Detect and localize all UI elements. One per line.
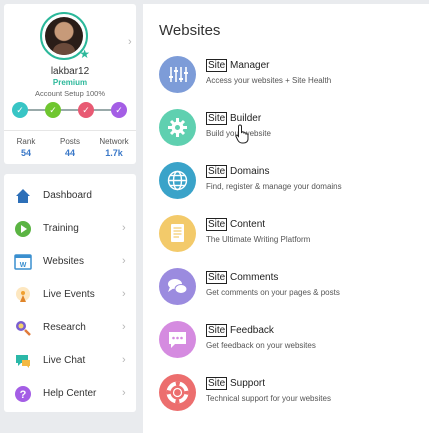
- item-description: Get feedback on your websites: [206, 341, 316, 350]
- panel-title: Websites: [159, 22, 221, 39]
- setup-step-check-icon: ✓: [45, 102, 61, 118]
- home-icon: [14, 187, 32, 205]
- stat-label: Network: [99, 137, 129, 146]
- item-description: Get comments on your pages & posts: [206, 288, 340, 297]
- stat-posts[interactable]: Posts 44: [48, 137, 92, 158]
- nav-label: Websites: [43, 256, 84, 267]
- item-title: Site Feedback: [206, 324, 274, 337]
- document-icon: [159, 215, 196, 252]
- gear-icon: [159, 109, 196, 146]
- item-description: The Ultimate Writing Platform: [206, 235, 311, 244]
- help-icon: ?: [14, 385, 32, 403]
- item-title: Site Content: [206, 218, 266, 231]
- profile-stats: Rank 54 Posts 44 Network 1.7k: [4, 130, 136, 160]
- site-feedback-link[interactable]: Site Feedback Get feedback on your websi…: [143, 317, 429, 367]
- nav-item-research[interactable]: Research ›: [4, 312, 136, 345]
- play-icon: [14, 220, 32, 238]
- item-description: Technical support for your websites: [206, 394, 331, 403]
- nav-item-live-chat[interactable]: Live Chat ›: [4, 345, 136, 378]
- nav-item-training[interactable]: Training ›: [4, 213, 136, 246]
- item-title: Site Manager: [206, 59, 270, 72]
- item-title: Site Builder: [206, 112, 262, 125]
- nav-item-live-events[interactable]: Live Events ›: [4, 279, 136, 312]
- item-description: Find, register & manage your domains: [206, 182, 342, 191]
- avatar-photo: [45, 17, 83, 55]
- stat-value: 1.7k: [105, 148, 123, 158]
- sliders-icon: [159, 56, 196, 93]
- username[interactable]: lakbar12: [4, 66, 136, 77]
- setup-step-check-icon: ✓: [12, 102, 28, 118]
- stat-network[interactable]: Network 1.7k: [92, 137, 136, 158]
- feedback-icon: [159, 321, 196, 358]
- chevron-right-icon[interactable]: ›: [128, 36, 132, 48]
- stat-label: Rank: [16, 137, 36, 146]
- chevron-right-icon: ›: [122, 387, 126, 399]
- item-title: Site Domains: [206, 165, 270, 178]
- nav-label: Training: [43, 223, 79, 234]
- setup-step-check-icon: ✓: [78, 102, 94, 118]
- nav-label: Live Chat: [43, 355, 86, 366]
- site-content-link[interactable]: Site Content The Ultimate Writing Platfo…: [143, 211, 429, 261]
- svg-text:?: ?: [20, 389, 27, 401]
- profile-card: ★ › lakbar12 Premium Account Setup 100% …: [4, 4, 136, 164]
- site-domains-link[interactable]: Site Domains Find, register & manage you…: [143, 158, 429, 208]
- chevron-right-icon: ›: [122, 222, 126, 234]
- account-setup-status: Account Setup 100%: [34, 89, 106, 98]
- setup-steps: ✓ ✓ ✓ ✓: [12, 100, 128, 120]
- site-comments-link[interactable]: Site Comments Get comments on your pages…: [143, 264, 429, 314]
- chat-icon: [14, 352, 32, 370]
- site-support-link[interactable]: Site Support Technical support for your …: [143, 370, 429, 420]
- chevron-right-icon: ›: [122, 321, 126, 333]
- setup-progress-line: [20, 109, 120, 111]
- svg-text:W: W: [20, 262, 27, 269]
- comments-icon: [159, 268, 196, 305]
- stat-value: 44: [64, 148, 75, 158]
- nav-item-dashboard[interactable]: Dashboard: [4, 180, 136, 213]
- item-title: Site Support: [206, 377, 266, 390]
- globe-icon: [159, 162, 196, 199]
- avatar[interactable]: ★: [40, 12, 90, 61]
- main-nav: Dashboard Training › W Websites › Live E…: [4, 174, 136, 412]
- nav-label: Research: [43, 322, 86, 333]
- setup-step-check-icon: ✓: [111, 102, 127, 118]
- website-icon: W: [14, 253, 32, 271]
- site-builder-link[interactable]: Site Builder Build your website: [143, 105, 429, 155]
- item-description: Access your websites + Site Health: [206, 76, 332, 85]
- membership-tier: Premium: [52, 78, 88, 87]
- stat-rank[interactable]: Rank 54: [4, 137, 48, 158]
- chevron-right-icon: ›: [122, 255, 126, 267]
- chevron-right-icon: ›: [122, 288, 126, 300]
- research-icon: [14, 319, 32, 337]
- nav-item-websites[interactable]: W Websites ›: [4, 246, 136, 279]
- broadcast-icon: [14, 286, 32, 304]
- lifebuoy-icon: [159, 374, 196, 411]
- star-icon: ★: [79, 47, 90, 61]
- nav-label: Dashboard: [43, 190, 92, 201]
- stat-label: Posts: [59, 137, 80, 146]
- websites-panel: Websites Site Manager Access your websit…: [143, 4, 429, 433]
- chevron-right-icon: ›: [122, 354, 126, 366]
- site-manager-link[interactable]: Site Manager Access your websites + Site…: [143, 52, 429, 102]
- nav-label: Live Events: [43, 289, 95, 300]
- stat-value: 54: [20, 148, 31, 158]
- hand-pointer-cursor-icon: [235, 124, 251, 149]
- nav-label: Help Center: [43, 388, 97, 399]
- nav-item-help-center[interactable]: ? Help Center ›: [4, 378, 136, 411]
- item-title: Site Comments: [206, 271, 279, 284]
